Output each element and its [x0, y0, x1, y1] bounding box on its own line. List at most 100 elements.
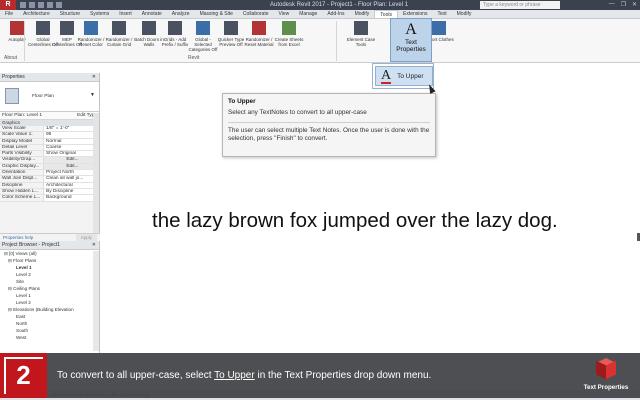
maximize-button[interactable]: ❐ — [621, 1, 626, 8]
property-value[interactable]: By Discipline — [43, 188, 99, 195]
property-key: Parts Visibility — [2, 151, 32, 157]
panel-label-revit: Revit — [188, 55, 200, 61]
ribbon-tool-icon — [196, 21, 210, 35]
property-value[interactable]: Edit... — [43, 157, 99, 163]
ribbon-tab[interactable]: View — [274, 10, 295, 18]
tree-item[interactable]: South — [0, 327, 99, 334]
to-upper-label: To Upper — [397, 72, 424, 80]
type-selector[interactable]: Floor Plan ▼ — [0, 82, 99, 112]
ribbon-button-label: Grids - Add Prefix / Suffix — [161, 37, 189, 47]
tutorial-caption: 2 To convert to all upper-case, select T… — [0, 353, 640, 398]
tree-item[interactable]: West — [0, 334, 99, 341]
property-value[interactable]: 96 — [43, 132, 99, 138]
chevron-down-icon[interactable]: ▼ — [90, 92, 95, 98]
ribbon-button[interactable]: Randomizer / Reset Material — [244, 21, 274, 55]
text-note[interactable]: the lazy brown fox jumped over the lazy … — [152, 209, 558, 233]
ribbon-tab[interactable]: Annotate — [137, 10, 167, 18]
project-browser-close-icon[interactable]: ✕ — [92, 241, 96, 250]
apply-button[interactable]: Apply — [75, 234, 97, 241]
floor-plan-icon — [5, 88, 19, 104]
ribbon-tab[interactable]: Massing & Site — [195, 10, 238, 18]
ribbon-button[interactable]: Randomizer / Curtain Grid — [104, 21, 134, 55]
tree-item[interactable]: Level 1 — [0, 292, 99, 299]
to-upper-icon: A — [381, 67, 392, 84]
step-frame — [4, 357, 43, 394]
properties-close-icon[interactable]: ✕ — [92, 73, 96, 82]
tree-item[interactable]: ⊟ Elevations (Building Elevation — [0, 306, 99, 313]
save-icon[interactable] — [29, 2, 35, 8]
to-upper-menu-item[interactable]: A To Upper — [375, 66, 433, 86]
ribbon-button[interactable]: Grids - Add Prefix / Suffix — [160, 21, 190, 55]
tree-item[interactable]: Level 2 — [0, 299, 99, 306]
properties-scrollbar[interactable] — [93, 113, 99, 233]
ribbon-tool-icon — [252, 21, 266, 35]
ribbon-tab[interactable]: Modify — [350, 10, 375, 18]
tree-item[interactable]: ⊟ Ceiling Plans — [0, 285, 99, 292]
project-browser-title: Project Browser - Project1 — [2, 242, 61, 248]
text-properties-button[interactable]: A Text Properties — [390, 18, 432, 62]
property-key: Detail Level — [2, 144, 28, 150]
ribbon-tab[interactable]: Structure — [55, 10, 85, 18]
text-letter-icon: A — [405, 21, 417, 38]
property-key: Color Scheme L... — [2, 195, 41, 201]
minimize-button[interactable]: — — [609, 1, 615, 8]
ribbon-tab[interactable]: Extensions — [398, 10, 432, 18]
property-key: Visibility/Grap... — [2, 157, 36, 163]
caption-link: To Upper — [214, 370, 255, 381]
ribbon-tab[interactable]: Modify — [452, 10, 477, 18]
ribbon-tab[interactable]: Systems — [85, 10, 114, 18]
tree-item[interactable]: Site — [0, 278, 99, 285]
title-bar: R Autodesk Revit 2017 - Project1 - Floor… — [0, 0, 640, 10]
ribbon-button-label: Randomizer / Reset Material — [244, 37, 274, 47]
property-value[interactable]: Edit... — [43, 163, 99, 170]
type-selector-name: Floor Plan — [32, 94, 54, 99]
property-value[interactable]: Show Original — [43, 151, 99, 157]
ribbon-tool-icon — [10, 21, 24, 35]
ribbon-tab[interactable]: Architecture — [18, 10, 55, 18]
ribbon-tool-icon — [168, 21, 182, 35]
ribbon-button[interactable]: Create Sheets from Excel — [274, 21, 304, 55]
caption-text-pre: To convert to all upper-case, select — [57, 370, 215, 381]
undo-icon[interactable] — [38, 2, 44, 8]
properties-help-link[interactable]: Properties help — [3, 234, 33, 241]
property-value[interactable]: 1/8" = 1'-0" — [43, 126, 99, 132]
print-icon[interactable] — [56, 2, 62, 8]
badge-label: Text Properties — [583, 384, 629, 391]
ribbon-button-label: Quicker Type Preview Off — [217, 37, 245, 47]
tree-item[interactable]: ⊟ [0] Views (all) — [0, 250, 99, 257]
ribbon-tab[interactable]: Tools — [374, 10, 398, 18]
property-value[interactable]: Clean all wall jo... — [43, 176, 99, 182]
property-value[interactable]: Coarse — [43, 144, 99, 151]
ribbon-tab[interactable]: Text — [432, 10, 451, 18]
ribbon-tab[interactable]: Add-Ins — [322, 10, 349, 18]
instance-filter[interactable]: Floor Plan: Level 1 — [2, 112, 42, 119]
properties-header: Properties ✕ — [0, 73, 99, 82]
property-value[interactable]: Architectural — [43, 182, 99, 188]
ribbon-button[interactable]: Quicker Type Preview Off — [216, 21, 246, 55]
ribbon-tool-icon — [282, 21, 296, 35]
cube-logo-icon — [595, 358, 617, 380]
close-window-button[interactable]: ✕ — [632, 1, 637, 8]
tree-item[interactable]: North — [0, 320, 99, 327]
ribbon-tab[interactable]: Collaborate — [238, 10, 274, 18]
ribbon-tab[interactable]: Analyze — [167, 10, 195, 18]
property-value[interactable]: Background — [43, 195, 99, 201]
ribbon-tab[interactable]: File — [0, 10, 18, 18]
revit-app-icon[interactable]: R — [0, 0, 16, 10]
ribbon-tab[interactable]: Insert — [114, 10, 137, 18]
tree-item[interactable]: Level 2 — [0, 271, 99, 278]
tree-item[interactable]: East — [0, 313, 99, 320]
tree-item[interactable]: Level 1 — [0, 264, 99, 271]
redo-icon[interactable] — [47, 2, 53, 8]
ribbon-button[interactable]: Element Case Tools — [346, 21, 376, 55]
property-value[interactable]: Normal — [43, 138, 99, 144]
ribbon-tab[interactable]: Manage — [294, 10, 322, 18]
browser-scrollbar[interactable] — [93, 251, 99, 351]
tree-item[interactable]: ⊟ Floor Plans — [0, 257, 99, 264]
property-value[interactable]: Project North — [43, 170, 99, 176]
ribbon-button[interactable]: Randomizer / Reset Color — [76, 21, 106, 55]
open-icon[interactable] — [20, 2, 26, 8]
help-search-input[interactable]: Type a keyword or phrase — [480, 1, 560, 9]
browser-tree: ⊟ [0] Views (all) ⊟ Floor Plans Level 1 Lev… — [0, 250, 99, 341]
ribbon-button[interactable]: Global - Selected Categories Off — [188, 21, 218, 55]
